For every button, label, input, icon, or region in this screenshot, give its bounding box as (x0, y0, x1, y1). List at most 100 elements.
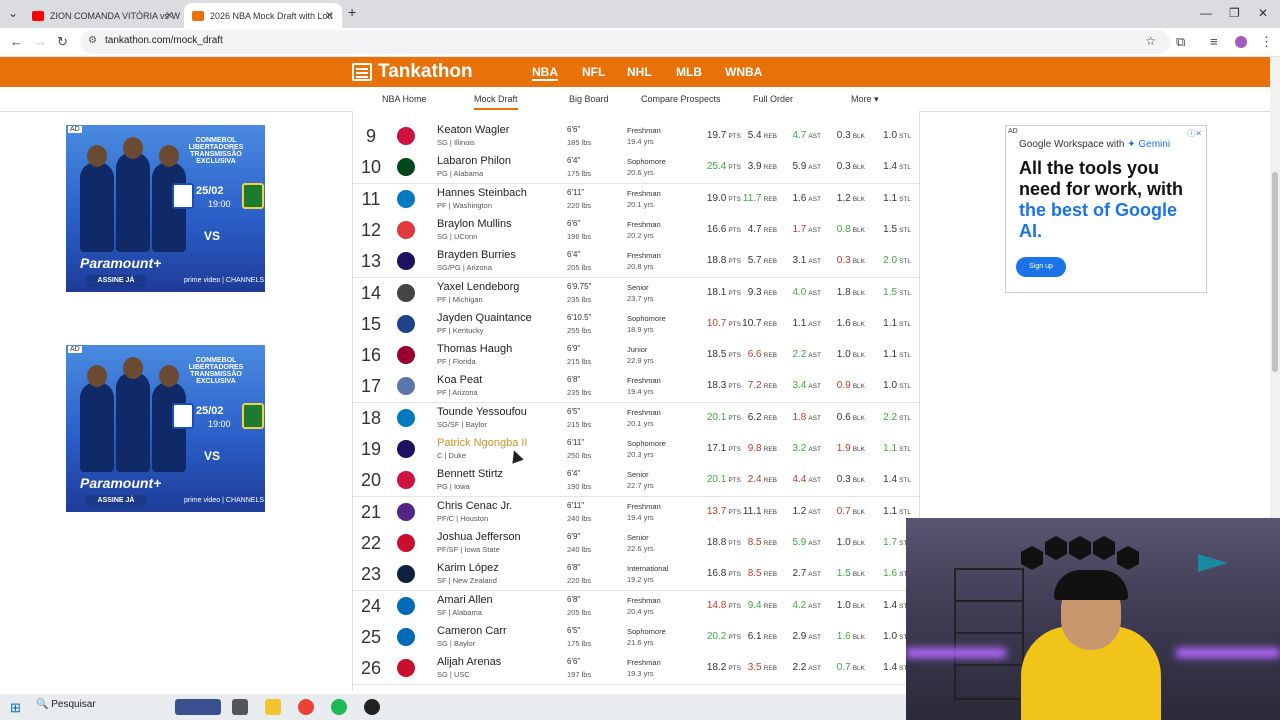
team-logo-icon[interactable] (397, 408, 415, 427)
reading-list-icon[interactable]: ≡ (1210, 34, 1218, 49)
nav-wnba[interactable]: WNBA (725, 65, 762, 79)
table-row[interactable]: 24 Amari Allen SF | Alabama 6'8" 205 lbs Fres… (353, 590, 919, 623)
team-logo-icon[interactable] (397, 502, 415, 521)
file-explorer-icon[interactable] (265, 699, 281, 715)
player-name-link[interactable]: Alijah Arenas (437, 656, 501, 668)
team-logo-icon[interactable] (397, 127, 415, 145)
team-logo-icon[interactable] (397, 346, 415, 365)
close-window-icon[interactable]: ✕ (1258, 6, 1268, 20)
tab-search-icon[interactable]: ⌄ (8, 6, 18, 20)
close-tab-icon[interactable]: ✕ (165, 9, 174, 22)
table-row[interactable]: 16 Thomas Haugh PF | Florida 6'9" 215 lbs Jun… (353, 340, 919, 373)
nav-nhl[interactable]: NHL (627, 65, 652, 79)
table-row[interactable]: 19 Patrick Ngongba II C | Duke 6'11" 250 lbs… (353, 434, 919, 466)
player-name-link[interactable]: Hannes Steinbach (437, 187, 527, 199)
spotify-icon[interactable] (331, 699, 347, 715)
back-icon[interactable]: ← (10, 34, 23, 49)
libertadores-ad[interactable]: AD CONMEBOL LIBERTADORES TRANSMISSÃO EXC… (66, 345, 265, 512)
restore-icon[interactable]: ❐ (1229, 6, 1240, 20)
table-row[interactable]: 17 Koa Peat PF | Arizona 6'8" 235 lbs Freshma… (353, 371, 919, 404)
player-name-link[interactable]: Labaron Philon (437, 155, 511, 167)
table-row[interactable]: 22 Joshua Jefferson PF/SF | Iowa State 6'9"… (353, 527, 919, 560)
subnav-nba-home[interactable]: NBA Home (382, 94, 427, 104)
subnav-compare-prospects[interactable]: Compare Prospects (641, 94, 721, 104)
team-logo-icon[interactable] (397, 252, 415, 271)
player-name-link[interactable]: Chris Cenac Jr. (437, 500, 512, 512)
ad-info-icon[interactable]: ⓘ✕ (1187, 128, 1202, 139)
player-name-link[interactable]: Yaxel Lendeborg (437, 281, 519, 293)
reload-icon[interactable]: ↻ (57, 34, 68, 50)
team-logo-icon[interactable] (397, 565, 415, 584)
team-logo-icon[interactable] (397, 596, 415, 615)
player-name-link[interactable]: Tounde Yessoufou (437, 406, 527, 418)
task-view-icon[interactable] (232, 699, 248, 715)
team-logo-icon[interactable] (397, 659, 415, 678)
new-tab-button[interactable]: + (348, 4, 356, 20)
team-logo-icon[interactable] (397, 189, 415, 208)
windows-start-icon[interactable]: ⊞ (10, 700, 21, 716)
browser-tab-tankathon[interactable]: 2026 NBA Mock Draft with Lott ✕ (184, 3, 342, 28)
table-row[interactable]: 26 Alijah Arenas SG | USC 6'6" 197 lbs Freshm… (353, 653, 919, 686)
table-row[interactable]: 23 Karim López SF | New Zealand 6'8" 220 lbs… (353, 559, 919, 592)
address-bar[interactable]: ⚙ tankathon.com/mock_draft ☆ (80, 30, 1170, 54)
nav-nba[interactable]: NBA (532, 65, 558, 81)
player-name-link[interactable]: Cameron Carr (437, 625, 507, 637)
google-workspace-ad[interactable]: AD ⓘ✕ Google Workspace with ✦ Gemini All… (1005, 125, 1207, 293)
obs-icon[interactable] (364, 699, 380, 715)
team-logo-icon[interactable] (397, 158, 415, 177)
close-tab-icon[interactable]: ✕ (325, 9, 334, 22)
team-logo-icon[interactable] (397, 283, 415, 302)
player-name-link[interactable]: Karim López (437, 562, 499, 574)
extensions-icon[interactable]: ⧉ (1176, 34, 1185, 50)
table-row[interactable]: 18 Tounde Yessoufou SG/SF | Baylor 6'5" 215 … (353, 402, 919, 435)
table-row[interactable]: 9 Keaton Wagler SG | Illinois 6'6" 185 lbs Fr… (353, 121, 919, 153)
table-row[interactable]: 14 Yaxel Lendeborg PF | Michigan 6'9.75" 235… (353, 277, 919, 310)
team-logo-icon[interactable] (397, 533, 415, 552)
table-row[interactable]: 13 Brayden Burries SG/PG | Arizona 6'4" 205 … (353, 246, 919, 279)
bookmark-star-icon[interactable]: ☆ (1145, 34, 1156, 48)
minimize-icon[interactable]: — (1200, 6, 1212, 20)
subnav-big-board[interactable]: Big Board (569, 94, 609, 104)
assine-button[interactable]: ASSINE JÁ (86, 495, 146, 507)
subnav-mock-draft[interactable]: Mock Draft (474, 94, 518, 110)
player-name-link[interactable]: Amari Allen (437, 594, 493, 606)
player-name-link[interactable]: Keaton Wagler (437, 124, 509, 136)
table-row[interactable]: 20 Bennett Stirtz PG | Iowa 6'4" 190 lbs Seni… (353, 465, 919, 498)
table-row[interactable]: 21 Chris Cenac Jr. PF/C | Houston 6'11" 240 … (353, 496, 919, 529)
player-name-link[interactable]: Koa Peat (437, 374, 482, 386)
browser-tab-youtube[interactable]: ZION COMANDA VITÓRIA vs W ✕ (24, 3, 182, 28)
chrome-icon[interactable] (298, 699, 314, 715)
team-logo-icon[interactable] (397, 377, 415, 396)
nav-mlb[interactable]: MLB (676, 65, 702, 79)
team-logo-icon[interactable] (397, 314, 415, 333)
assine-button[interactable]: ASSINE JÁ (86, 275, 146, 287)
menu-icon[interactable]: ⋮ (1260, 34, 1273, 50)
site-info-icon[interactable]: ⚙ (88, 35, 97, 46)
team-logo-icon[interactable] (397, 220, 415, 239)
player-name-link[interactable]: Thomas Haugh (437, 343, 512, 355)
subnav-full-order[interactable]: Full Order (753, 94, 793, 104)
taskbar-search[interactable]: 🔍 Pesquisar (36, 699, 96, 710)
profile-avatar[interactable] (1235, 36, 1247, 48)
player-name-link[interactable]: Brayden Burries (437, 249, 516, 261)
tankathon-logo[interactable]: Tankathon (352, 61, 473, 83)
table-row[interactable]: 12 Braylon Mullins SG | UConn 6'6" 196 lbs Fr… (353, 214, 919, 247)
forward-icon[interactable]: → (34, 34, 47, 49)
table-row[interactable]: 25 Cameron Carr SG | Baylor 6'5" 175 lbs Soph… (353, 621, 919, 654)
scrollbar-thumb[interactable] (1272, 172, 1278, 372)
player-name-link[interactable]: Braylon Mullins (437, 218, 512, 230)
sign-up-button[interactable]: Sign up (1016, 257, 1066, 277)
player-name-link[interactable]: Joshua Jefferson (437, 531, 521, 543)
team-logo-icon[interactable] (397, 627, 415, 646)
nav-nfl[interactable]: NFL (582, 65, 605, 79)
player-name-link[interactable]: Jayden Quaintance (437, 312, 532, 324)
subnav-more[interactable]: More ▾ (851, 94, 879, 105)
widgets-icon[interactable] (175, 699, 221, 715)
table-row[interactable]: 15 Jayden Quaintance PF | Kentucky 6'10.5" 2… (353, 308, 919, 341)
player-name-link[interactable]: Bennett Stirtz (437, 468, 503, 480)
table-row[interactable]: 10 Labaron Philon PG | Alabama 6'4" 175 lbs S… (353, 152, 919, 185)
team-logo-icon[interactable] (397, 440, 415, 458)
team-logo-icon[interactable] (397, 471, 415, 490)
table-row[interactable]: 11 Hannes Steinbach PF | Washington 6'11" 22… (353, 183, 919, 216)
player-name-link[interactable]: Patrick Ngongba II (437, 437, 528, 449)
